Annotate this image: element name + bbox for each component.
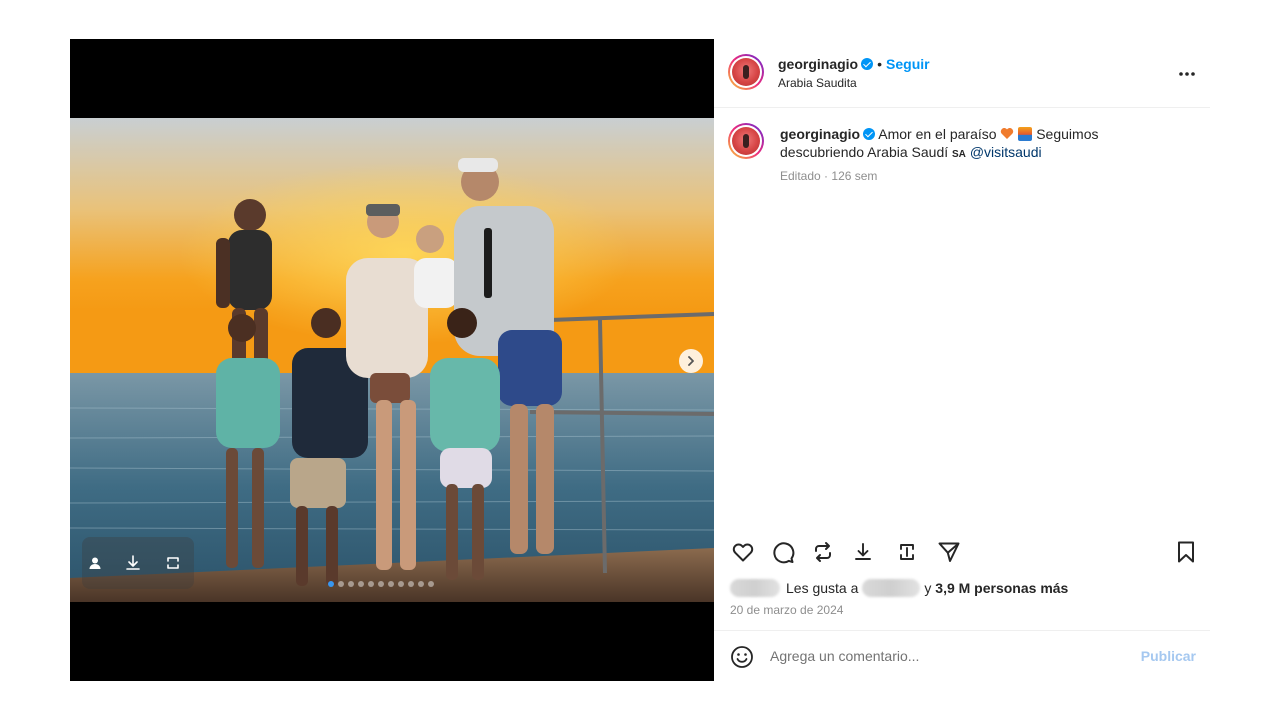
more-options-button[interactable]	[1178, 61, 1196, 81]
carousel-indicator	[328, 581, 434, 587]
likes-connector: y	[924, 580, 932, 596]
blurred-liker-name	[862, 579, 921, 597]
header-name-row: georginagio • Seguir	[778, 56, 930, 72]
carousel-dot	[358, 581, 364, 587]
save-button[interactable]	[1173, 539, 1199, 565]
carousel-dot	[418, 581, 424, 587]
bookmark-icon	[1178, 541, 1194, 563]
carousel-dot	[368, 581, 374, 587]
post-date[interactable]: 20 de marzo de 2024	[730, 603, 843, 617]
caption-text-part1: Amor en el paraíso	[878, 126, 997, 142]
download-icon	[126, 555, 140, 570]
post-media[interactable]	[70, 39, 714, 681]
likes-summary: Les gusta a y 3,9 M personas más	[730, 579, 1068, 597]
family-sunset-photo	[70, 118, 714, 602]
comment-bar: Publicar	[714, 630, 1210, 682]
repost-icon	[815, 542, 831, 562]
blurred-liker-avatars	[730, 579, 780, 597]
smiley-icon	[731, 646, 753, 668]
carousel-dot	[328, 581, 334, 587]
verified-badge-icon	[861, 58, 874, 70]
share-button[interactable]	[936, 539, 962, 565]
comment-button[interactable]	[770, 539, 796, 565]
caption-avatar[interactable]	[728, 123, 764, 159]
follow-button[interactable]: Seguir	[886, 56, 930, 72]
likes-count[interactable]: 3,9 M personas más	[935, 580, 1068, 596]
caption-username[interactable]: georginagio	[780, 126, 860, 142]
expand-icon	[900, 544, 914, 560]
author-avatar[interactable]	[728, 54, 764, 90]
meta-dot: ·	[824, 169, 829, 183]
verified-badge-icon	[863, 128, 876, 140]
carousel-dot	[408, 581, 414, 587]
emoji-button[interactable]	[730, 645, 754, 674]
more-dots-icon	[1179, 72, 1195, 76]
expand-media-button[interactable]	[164, 554, 182, 572]
chevron-right-icon	[688, 356, 694, 366]
publish-button[interactable]: Publicar	[1141, 648, 1196, 664]
carousel-dot	[338, 581, 344, 587]
caption-meta: Editado · 126 sem	[780, 169, 877, 183]
carousel-next-button[interactable]	[679, 349, 703, 373]
download-media-button[interactable]	[124, 554, 142, 572]
orange-heart-icon	[1001, 128, 1014, 139]
carousel-dot	[428, 581, 434, 587]
media-toolbar	[82, 537, 194, 589]
post-photo[interactable]	[70, 118, 714, 602]
author-username[interactable]: georginagio	[778, 56, 858, 72]
repost-button[interactable]	[810, 539, 836, 565]
separator-dot: •	[877, 56, 883, 72]
carousel-dot	[348, 581, 354, 587]
time-ago[interactable]: 126 sem	[831, 169, 877, 183]
action-bar	[714, 527, 1210, 575]
saudi-flag-text: SA	[952, 149, 966, 160]
caption-text: georginagio Amor en el paraíso Seguimos …	[780, 125, 1140, 164]
sunset-icon	[1018, 127, 1033, 141]
expand-button[interactable]	[894, 539, 920, 565]
download-button[interactable]	[850, 539, 876, 565]
post-side-panel: georginagio • Seguir Arabia Saudita georgi…	[714, 39, 1210, 681]
carousel-dot	[398, 581, 404, 587]
comment-icon	[773, 542, 795, 564]
edited-label: Editado	[780, 169, 821, 183]
paper-plane-icon	[938, 542, 960, 562]
carousel-dot	[388, 581, 394, 587]
likes-prefix: Les gusta a	[786, 580, 859, 596]
user-icon	[89, 557, 101, 569]
like-button[interactable]	[730, 539, 756, 565]
heart-icon	[732, 543, 754, 562]
comment-input[interactable]	[770, 645, 1130, 667]
expand-icon	[167, 557, 179, 569]
caption-mention-link[interactable]: @visitsaudi	[970, 144, 1042, 160]
download-icon	[855, 543, 871, 560]
post-header: georginagio • Seguir Arabia Saudita	[714, 39, 1210, 108]
tagged-users-button[interactable]	[88, 556, 102, 570]
carousel-dot	[378, 581, 384, 587]
post-location[interactable]: Arabia Saudita	[778, 76, 857, 90]
